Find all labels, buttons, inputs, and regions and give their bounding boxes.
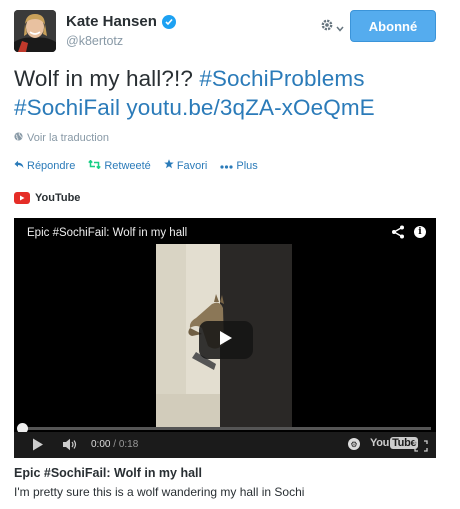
verified-badge-icon — [161, 14, 176, 29]
retweet-button[interactable]: Retweeté — [88, 158, 151, 172]
card-title[interactable]: Epic #SochiFail: Wolf in my hall — [14, 466, 202, 480]
reply-button[interactable]: Répondre — [14, 160, 75, 172]
tweet-text-plain: Wolf in my hall?!? — [14, 66, 200, 91]
youtube-logo-icon — [14, 192, 30, 204]
translate-label: Voir la traduction — [27, 132, 109, 144]
translate-link[interactable]: Voir la traduction — [14, 132, 109, 144]
more-label: Plus — [236, 159, 258, 172]
settings-gear-icon[interactable]: ⚙ — [348, 438, 360, 450]
more-button[interactable]: Plus — [220, 159, 258, 172]
reply-icon — [14, 160, 24, 172]
info-icon[interactable]: i — [414, 226, 426, 238]
play-icon — [219, 330, 233, 351]
url-link[interactable]: youtu.be/3qZA-xOeQmE — [126, 95, 374, 120]
retweet-label: Retweeté — [104, 159, 151, 172]
youtube-brand-logo[interactable]: You Tube — [370, 437, 419, 449]
card-source-label: YouTube — [35, 192, 81, 204]
retweet-icon — [88, 158, 102, 172]
fullscreen-icon[interactable] — [414, 439, 428, 457]
play-control-icon[interactable] — [32, 438, 44, 456]
card-source[interactable]: YouTube — [14, 192, 80, 204]
globe-icon — [14, 132, 23, 144]
avatar[interactable] — [14, 10, 56, 52]
hashtag-link[interactable]: #SochiFail — [14, 95, 120, 120]
name-row: Kate Hansen — [66, 13, 176, 30]
video-player[interactable]: Epic #SochiFail: Wolf in my hall i 0:00 … — [14, 218, 436, 458]
favorite-button[interactable]: Favori — [164, 159, 208, 172]
player-controls: 0:00 / 0:18 ⚙ You Tube — [14, 432, 436, 458]
follow-button[interactable]: Abonné — [350, 10, 436, 42]
hashtag-link[interactable]: #SochiProblems — [199, 66, 364, 91]
tweet-text: Wolf in my hall?!? #SochiProblems #Sochi… — [14, 64, 444, 122]
user-handle[interactable]: @k8ertotz — [66, 34, 123, 48]
time-separator: / — [110, 439, 119, 450]
tweet-menu-button[interactable] — [320, 18, 344, 37]
play-button[interactable] — [199, 321, 253, 359]
reply-label: Répondre — [27, 159, 76, 172]
share-icon[interactable] — [391, 225, 405, 244]
star-icon — [164, 159, 174, 172]
tweet-header: Kate Hansen @k8ertotz Abonné — [14, 10, 446, 54]
tweet-actions: Répondre Retweeté Favori Plus — [14, 158, 258, 172]
time-current: 0:00 — [91, 439, 111, 450]
player-title[interactable]: Epic #SochiFail: Wolf in my hall — [27, 227, 187, 239]
brand-you: You — [370, 437, 390, 449]
gear-icon — [320, 18, 334, 37]
favorite-label: Favori — [176, 159, 208, 172]
more-dots-icon — [220, 160, 233, 172]
chevron-down-icon — [336, 19, 344, 37]
display-name[interactable]: Kate Hansen — [66, 13, 157, 30]
time-duration: 0:18 — [118, 439, 139, 450]
progress-bar[interactable] — [19, 427, 431, 430]
time-display: 0:00 / 0:18 — [91, 439, 138, 450]
volume-icon[interactable] — [62, 438, 78, 456]
card-description: I'm pretty sure this is a wolf wandering… — [14, 485, 305, 499]
